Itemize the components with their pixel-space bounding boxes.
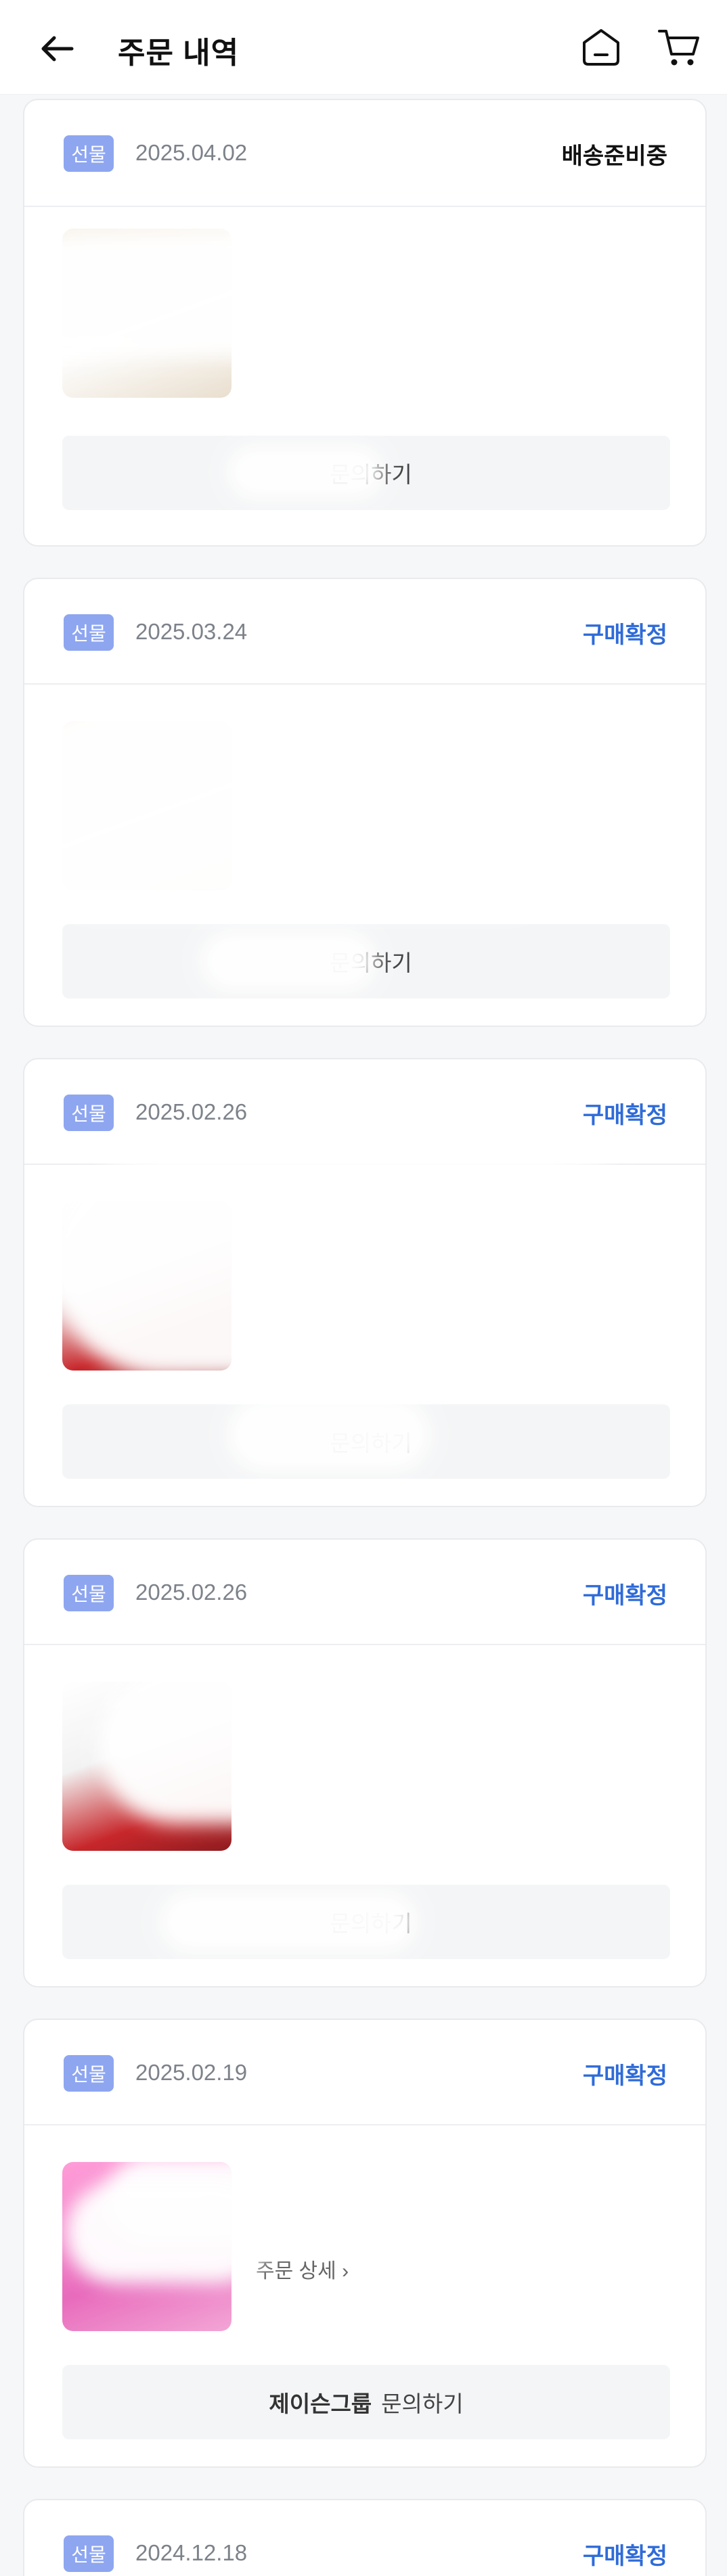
order-card: 선물 2024.12.18 구매확정 — [23, 2499, 707, 2576]
home-button[interactable] — [577, 23, 625, 72]
gift-badge: 선물 — [64, 614, 114, 651]
seller-name: 제이슨그룹 — [269, 2391, 372, 2416]
order-card: 선물 2025.02.19 구매확정 주문 상세 › 제이슨그룹 문의하기 — [23, 2019, 707, 2468]
order-card-header: 선물 2025.03.24 구매확정 — [24, 579, 705, 685]
order-status: 배송준비중 — [561, 143, 667, 169]
order-status: 구매확정 — [582, 2544, 667, 2569]
order-card: 선물 2025.04.02 배송준비중 문의하기 — [23, 99, 707, 547]
product-thumbnail[interactable] — [62, 229, 232, 398]
order-card: 선물 2025.03.24 구매확정 문의하기 — [23, 578, 707, 1027]
inquiry-button[interactable]: 문의하기 — [62, 1885, 670, 1959]
order-status: 구매확정 — [582, 1103, 667, 1128]
order-card-header: 선물 2025.02.19 구매확정 — [24, 2020, 705, 2125]
product-thumbnail[interactable] — [62, 2162, 232, 2331]
order-status: 구매확정 — [582, 1583, 667, 1609]
order-date: 2025.02.19 — [135, 2060, 248, 2085]
order-card-header: 선물 2025.04.02 배송준비중 — [24, 100, 705, 207]
product-thumbnail[interactable] — [62, 1682, 232, 1851]
top-app-bar: 주문 내역 — [0, 0, 727, 95]
gift-badge: 선물 — [64, 2055, 114, 2092]
order-date: 2025.04.02 — [135, 140, 248, 165]
inquiry-button[interactable]: 문의하기 — [62, 436, 670, 510]
page-title: 주문 내역 — [118, 37, 240, 70]
order-date: 2025.02.26 — [135, 1580, 248, 1605]
cart-icon — [658, 30, 699, 66]
order-date: 2025.03.24 — [135, 619, 248, 644]
gift-badge: 선물 — [64, 2535, 114, 2572]
product-thumbnail[interactable] — [62, 1201, 232, 1371]
order-detail-link[interactable]: 주문 상세 › — [256, 2254, 349, 2284]
gift-badge: 선물 — [64, 135, 114, 172]
order-card: 선물 2025.02.26 구매확정 문의하기 — [23, 1058, 707, 1507]
inquiry-button[interactable]: 제이슨그룹 문의하기 — [62, 2365, 670, 2439]
order-card: 선물 2025.02.26 구매확정 문의하기 — [23, 1538, 707, 1987]
order-status: 구매확정 — [582, 622, 667, 648]
order-card-header: 선물 2025.02.26 구매확정 — [24, 1059, 705, 1165]
home-icon — [583, 29, 619, 66]
inquiry-label: 문의하기 — [381, 2391, 464, 2416]
inquiry-button[interactable]: 문의하기 — [62, 924, 670, 998]
product-thumbnail[interactable] — [62, 721, 232, 890]
order-status: 구매확정 — [582, 2063, 667, 2089]
cart-button[interactable] — [653, 23, 705, 72]
inquiry-button[interactable]: 문의하기 — [62, 1404, 670, 1479]
gift-badge: 선물 — [64, 1095, 114, 1131]
inquiry-label: 문의하기 — [330, 1431, 412, 1456]
inquiry-label: 문의하기 — [330, 462, 412, 487]
arrow-left-icon — [41, 36, 74, 62]
order-list: 선물 2025.04.02 배송준비중 문의하기 선물 2025.03.24 구… — [23, 99, 707, 2576]
order-card-header: 선물 2024.12.18 구매확정 — [24, 2500, 705, 2576]
gift-badge: 선물 — [64, 1575, 114, 1611]
order-card-header: 선물 2025.02.26 구매확정 — [24, 1540, 705, 1645]
order-date: 2025.02.26 — [135, 1099, 248, 1124]
inquiry-label: 문의하기 — [330, 950, 412, 975]
inquiry-label: 문의하기 — [330, 1911, 412, 1936]
back-button[interactable] — [35, 27, 79, 70]
order-date: 2024.12.18 — [135, 2540, 248, 2565]
